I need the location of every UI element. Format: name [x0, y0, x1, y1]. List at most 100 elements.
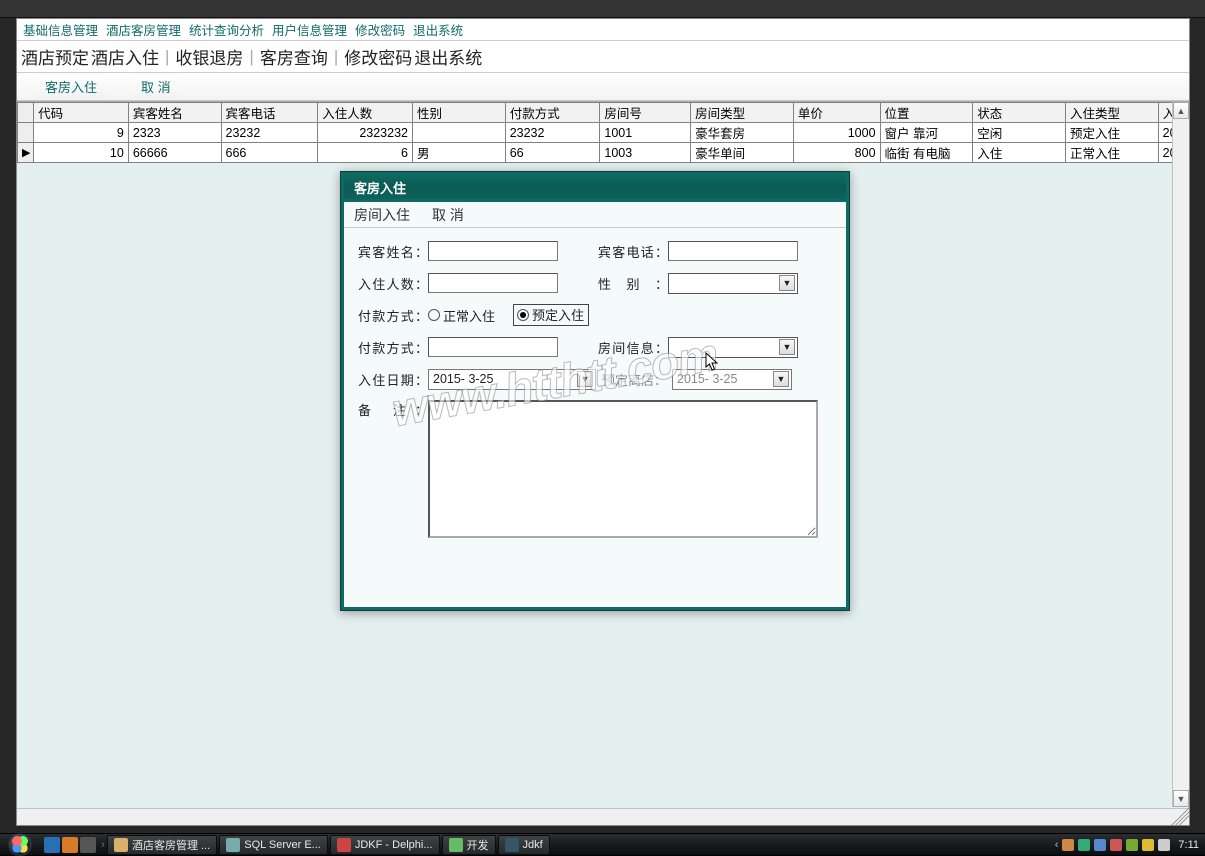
toolbar-sep: | — [330, 47, 342, 67]
tool-exit[interactable]: 退出系统 — [414, 44, 482, 69]
tray-icon[interactable] — [1094, 839, 1106, 851]
cell-sex[interactable] — [412, 123, 505, 143]
cell-status[interactable]: 入住 — [973, 143, 1066, 163]
taskbar-item[interactable]: JDKF - Delphi... — [330, 835, 440, 855]
taskbar-item[interactable]: Jdkf — [498, 835, 550, 855]
desktop-icon[interactable] — [80, 837, 96, 853]
radio-normal[interactable]: 正常入住 — [428, 306, 495, 325]
chevron-down-icon[interactable]: ▼ — [577, 371, 593, 387]
grid-col-type[interactable]: 房间类型 — [691, 103, 794, 123]
due-date-picker[interactable]: 2015- 3-25 ▼ — [672, 369, 792, 390]
ie-icon[interactable] — [44, 837, 60, 853]
menu-item-exit[interactable]: 退出系统 — [413, 20, 463, 39]
tool-checkout[interactable]: 收银退房 — [175, 44, 243, 69]
dialog-menu-cancel[interactable]: 取 消 — [432, 205, 464, 225]
table-row[interactable]: 9 2323 23232 2323232 23232 1001 豪华套房 100… — [18, 123, 1189, 143]
menu-item-stats[interactable]: 统计查询分析 — [189, 20, 264, 39]
taskbar-item[interactable]: 酒店客房管理 ... — [107, 835, 217, 855]
cell-count[interactable]: 6 — [318, 143, 413, 163]
grid-col-pay[interactable]: 付款方式 — [505, 103, 600, 123]
network-icon[interactable] — [1126, 839, 1138, 851]
vertical-scrollbar[interactable]: ▲ ▼ — [1172, 102, 1189, 807]
tool-checkin[interactable]: 酒店入住 — [91, 44, 159, 69]
cell-loc[interactable]: 临街 有电脑 — [880, 143, 973, 163]
guest-phone-input[interactable] — [668, 241, 798, 261]
radio-reserved[interactable]: 预定入住 — [513, 304, 589, 326]
cell-room[interactable]: 1003 — [600, 143, 691, 163]
menu-item-basic[interactable]: 基础信息管理 — [23, 20, 98, 39]
cell-sex[interactable]: 男 — [412, 143, 505, 163]
checkin-date-value: 2015- 3-25 — [433, 372, 493, 386]
tray-clock[interactable]: 7:11 — [1178, 839, 1199, 851]
dialog-menu-checkin[interactable]: 房间入住 — [354, 205, 410, 225]
checkin-date-picker[interactable]: 2015- 3-25 ▼ — [428, 369, 596, 390]
menu-item-rooms[interactable]: 酒店客房管理 — [106, 20, 181, 39]
grid-col-code[interactable]: 代码 — [34, 103, 129, 123]
tool-reserve[interactable]: 酒店预定 — [21, 44, 89, 69]
tray-icon[interactable] — [1110, 839, 1122, 851]
scroll-down-icon[interactable]: ▼ — [1173, 790, 1189, 807]
pay-mode-input[interactable] — [428, 337, 558, 357]
shield-icon[interactable] — [1142, 839, 1154, 851]
horizontal-scrollbar[interactable] — [17, 808, 1189, 825]
cell-intype[interactable]: 预定入住 — [1065, 123, 1158, 143]
cell-pay[interactable]: 66 — [505, 143, 600, 163]
cell-code[interactable]: 10 — [34, 143, 129, 163]
tool-query[interactable]: 客房查询 — [260, 44, 328, 69]
room-info-combo[interactable]: ▼ — [668, 337, 798, 358]
chevron-down-icon[interactable]: ▼ — [779, 339, 795, 355]
menu-item-users[interactable]: 用户信息管理 — [272, 20, 347, 39]
tray-chevron-icon[interactable]: ‹ — [1055, 839, 1059, 851]
data-grid[interactable]: 代码 宾客姓名 宾客电话 入住人数 性别 付款方式 房间号 房间类型 单价 位置… — [17, 102, 1189, 163]
cell-loc[interactable]: 窗户 靠河 — [880, 123, 973, 143]
chevron-down-icon[interactable]: ▼ — [773, 371, 789, 387]
taskbar-item[interactable]: 开发 — [442, 835, 496, 855]
tray-icon[interactable] — [1062, 839, 1074, 851]
cell-status[interactable]: 空闲 — [973, 123, 1066, 143]
system-tray[interactable]: ‹ 7:11 — [1049, 839, 1205, 851]
cell-name[interactable]: 66666 — [128, 143, 221, 163]
start-button[interactable] — [0, 834, 40, 856]
grid-col-intype[interactable]: 入住类型 — [1065, 103, 1158, 123]
grid-col-count[interactable]: 入住人数 — [318, 103, 413, 123]
grid-col-name[interactable]: 宾客姓名 — [128, 103, 221, 123]
grid-col-loc[interactable]: 位置 — [880, 103, 973, 123]
cell-code[interactable]: 9 — [34, 123, 129, 143]
cell-price[interactable]: 800 — [793, 143, 880, 163]
cell-price[interactable]: 1000 — [793, 123, 880, 143]
sub-cancel-button[interactable]: 取 消 — [133, 75, 179, 98]
dialog-titlebar[interactable]: 客房入住 — [341, 172, 849, 199]
cell-type[interactable]: 豪华套房 — [691, 123, 794, 143]
chevron-down-icon[interactable]: ▼ — [779, 275, 795, 291]
cell-phone[interactable]: 23232 — [221, 123, 318, 143]
table-row[interactable]: ▶ 10 66666 666 6 男 66 1003 豪华单间 800 临街 有… — [18, 143, 1189, 163]
taskbar-item[interactable]: SQL Server E... — [219, 835, 328, 855]
grid-col-status[interactable]: 状态 — [973, 103, 1066, 123]
resize-grip-icon[interactable] — [1171, 807, 1190, 826]
cell-room[interactable]: 1001 — [600, 123, 691, 143]
sex-combo[interactable]: ▼ — [668, 273, 798, 294]
guest-name-input[interactable] — [428, 241, 558, 261]
grid-col-room[interactable]: 房间号 — [600, 103, 691, 123]
sub-checkin-button[interactable]: 客房入住 — [37, 75, 105, 98]
scroll-up-icon[interactable]: ▲ — [1173, 102, 1189, 119]
taskbar[interactable]: › 酒店客房管理 ... SQL Server E... JDKF - Delp… — [0, 833, 1205, 855]
media-icon[interactable] — [62, 837, 78, 853]
memo-textarea[interactable] — [428, 400, 818, 538]
tray-icon[interactable] — [1078, 839, 1090, 851]
grid-col-sex[interactable]: 性别 — [412, 103, 505, 123]
volume-icon[interactable] — [1158, 839, 1170, 851]
menu-item-password[interactable]: 修改密码 — [355, 20, 405, 39]
cell-pay[interactable]: 23232 — [505, 123, 600, 143]
count-input[interactable] — [428, 273, 558, 293]
sql-icon — [226, 838, 240, 852]
cell-count[interactable]: 2323232 — [318, 123, 413, 143]
delphi-icon — [337, 838, 351, 852]
tool-password[interactable]: 修改密码 — [344, 44, 412, 69]
cell-type[interactable]: 豪华单间 — [691, 143, 794, 163]
cell-name[interactable]: 2323 — [128, 123, 221, 143]
cell-phone[interactable]: 666 — [221, 143, 318, 163]
grid-col-price[interactable]: 单价 — [793, 103, 880, 123]
cell-intype[interactable]: 正常入住 — [1065, 143, 1158, 163]
grid-col-phone[interactable]: 宾客电话 — [221, 103, 318, 123]
